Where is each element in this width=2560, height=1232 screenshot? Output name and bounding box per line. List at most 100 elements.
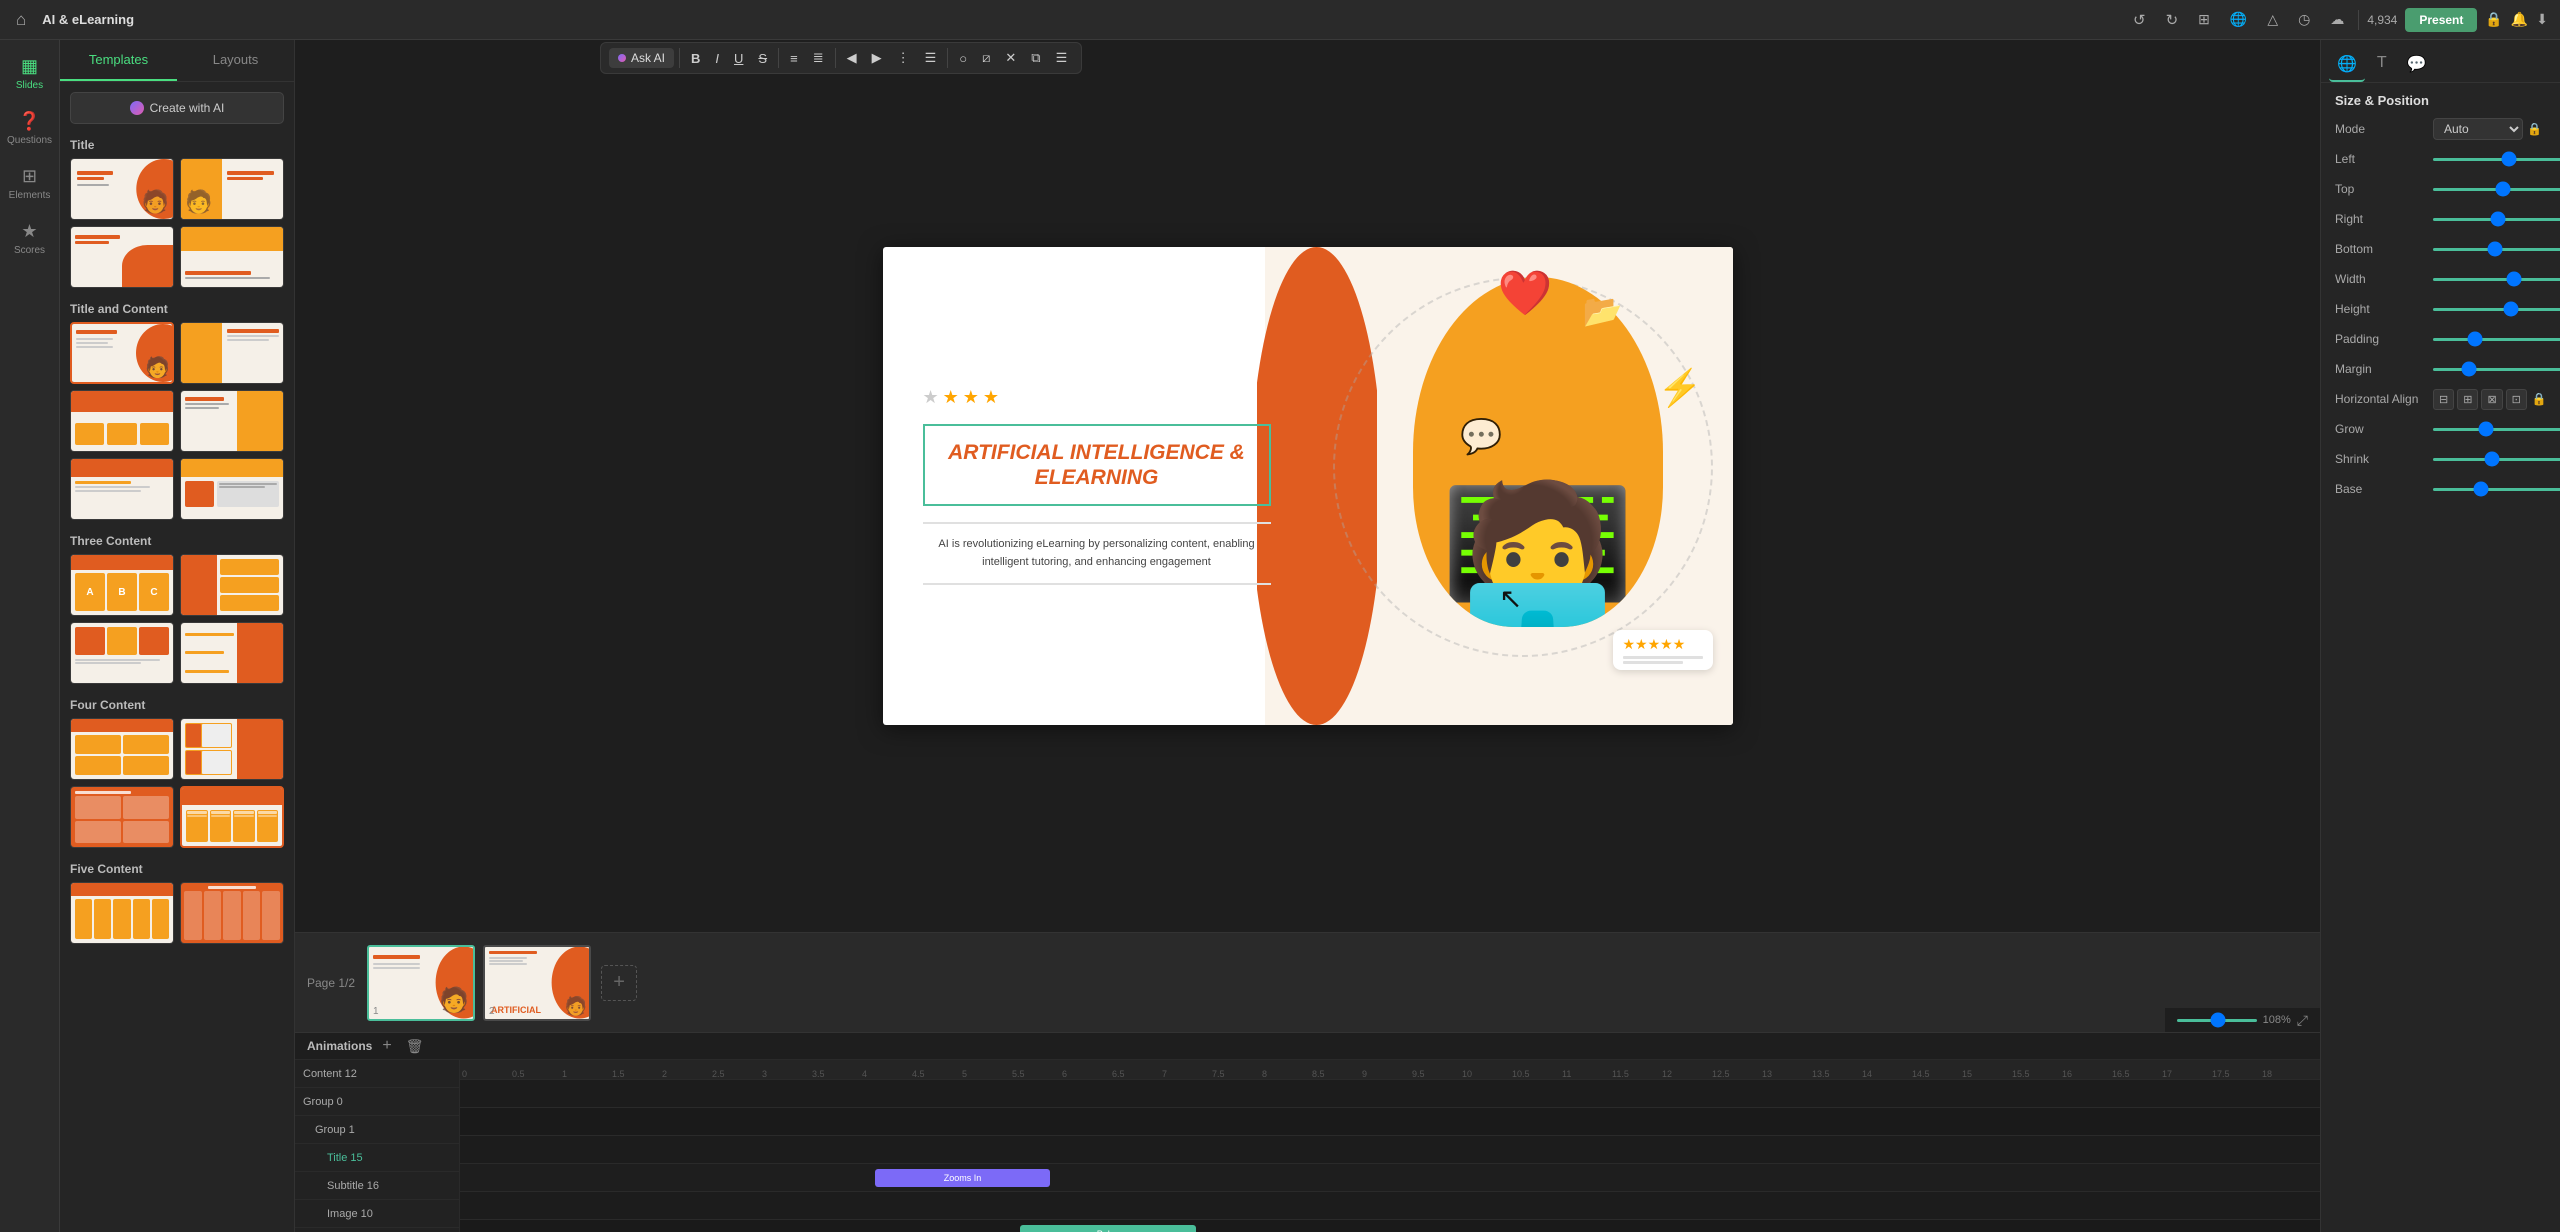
more-options-button[interactable]: ☰	[1050, 47, 1074, 69]
undo-button[interactable]: ↺	[2127, 8, 2152, 32]
halign-center-button[interactable]: ⊞	[2457, 389, 2478, 410]
redo-button[interactable]: ↻	[2160, 8, 2185, 32]
four-thumb-3[interactable]	[70, 786, 174, 848]
title-thumb-2[interactable]: 🧑	[180, 158, 284, 220]
padding-slider[interactable]	[2433, 338, 2560, 341]
clock-icon-button[interactable]: ◷	[2292, 8, 2316, 31]
halign-left-button[interactable]: ⊟	[2433, 389, 2454, 410]
three-thumb-3[interactable]	[70, 622, 174, 684]
duplicate-button[interactable]: ⧉	[1025, 47, 1046, 69]
italic-button[interactable]: I	[709, 48, 725, 69]
bold-button[interactable]: B	[685, 48, 706, 69]
halign-stretch-button[interactable]: ⊡	[2506, 389, 2527, 410]
tc-thumb-6[interactable]	[180, 458, 284, 520]
four-thumb-1[interactable]	[70, 718, 174, 780]
width-slider[interactable]	[2433, 278, 2560, 281]
strikethrough-button[interactable]: S	[752, 48, 773, 69]
zoom-expand-icon[interactable]: ⤢	[2297, 1012, 2308, 1029]
margin-slider[interactable]	[2433, 368, 2560, 371]
ruler-5: 5	[960, 1069, 969, 1079]
ruler-0: 0	[460, 1069, 469, 1079]
halign-lock-icon: 🔒	[2532, 392, 2547, 406]
bottom-slider[interactable]	[2433, 248, 2560, 251]
slide-canvas[interactable]: ★ ★ ★ ★ ARTIFICIAL INTELLIGENCE & ELEARN…	[883, 247, 1733, 725]
ruler-12: 12	[1660, 1069, 1674, 1079]
title-thumb-1[interactable]: 🧑	[70, 158, 174, 220]
ruler-95: 9.5	[1410, 1069, 1427, 1079]
three-thumb-2[interactable]	[180, 554, 284, 616]
base-slider[interactable]	[2433, 488, 2560, 491]
copy-button[interactable]: ⧄	[976, 47, 996, 69]
align-left-button[interactable]: ◀	[841, 47, 863, 69]
left-slider[interactable]	[2433, 158, 2560, 161]
lock-icon-button[interactable]: 🔒	[2485, 11, 2502, 28]
slides-icon-button[interactable]: ⊞	[2192, 8, 2216, 31]
underline-button[interactable]: U	[728, 48, 749, 69]
four-thumb-4[interactable]	[180, 786, 284, 848]
rp-tab-text[interactable]: T	[2369, 48, 2395, 82]
download-icon-button[interactable]: ⬇	[2536, 11, 2548, 28]
tc-thumb-3[interactable]	[70, 390, 174, 452]
rp-tab-chat[interactable]: 💬	[2399, 48, 2435, 82]
tab-layouts[interactable]: Layouts	[177, 40, 294, 81]
four-thumb-2[interactable]	[180, 718, 284, 780]
tl-label-content12: Content 12	[295, 1060, 459, 1088]
track-block-title[interactable]: Zooms In	[875, 1169, 1050, 1187]
bullet-list-button[interactable]: ≡	[784, 48, 804, 69]
globe-icon-button[interactable]: 🌐	[2224, 8, 2253, 31]
shape-button[interactable]: ○	[953, 48, 973, 69]
timeline-delete-button[interactable]: 🗑	[402, 1039, 428, 1053]
track-rows: Zooms In Pulse	[460, 1080, 2320, 1232]
present-button[interactable]: Present	[2405, 8, 2477, 32]
rp-control-padding: 🔒	[2433, 332, 2560, 346]
ask-ai-button[interactable]: Ask AI	[609, 48, 674, 68]
ruler-55: 5.5	[1010, 1069, 1027, 1079]
tc-thumb-1[interactable]: 🧑	[70, 322, 174, 384]
home-button[interactable]: ⌂	[12, 6, 30, 34]
three-thumb-4[interactable]	[180, 622, 284, 684]
top-slider[interactable]	[2433, 188, 2560, 191]
align-justify-button[interactable]: ☰	[919, 47, 943, 69]
create-with-ai-button[interactable]: Create with AI	[70, 92, 284, 124]
right-slider[interactable]	[2433, 218, 2560, 221]
filmstrip-slide-2[interactable]: ARTIFICIAL 🧑 2	[483, 945, 591, 1021]
height-slider[interactable]	[2433, 308, 2560, 311]
ruler-125: 12.5	[1710, 1069, 1732, 1079]
delete-button[interactable]: ✕	[999, 47, 1022, 69]
five-thumb-1[interactable]	[70, 882, 174, 944]
cloud-icon-button[interactable]: ☁	[2324, 8, 2350, 31]
slides-icon: ▦	[21, 56, 38, 77]
title-thumb-3[interactable]	[70, 226, 174, 288]
sidebar-item-slides[interactable]: ▦ Slides	[4, 48, 56, 99]
align-center-button[interactable]: ▶	[866, 47, 888, 69]
title-thumb-4[interactable]	[180, 226, 284, 288]
sidebar-item-scores[interactable]: ★ Scores	[4, 213, 56, 264]
filmstrip-slide-1[interactable]: 🧑 1	[367, 945, 475, 1021]
tab-templates[interactable]: Templates	[60, 40, 177, 81]
add-slide-button[interactable]: +	[601, 965, 637, 1001]
sidebar-item-questions[interactable]: ❓ Questions	[4, 103, 56, 154]
slide-count: 4,934	[2367, 13, 2397, 27]
five-thumb-2[interactable]	[180, 882, 284, 944]
section-title-label: Title	[70, 134, 284, 158]
mode-select[interactable]: Auto	[2433, 118, 2523, 140]
zoom-slider[interactable]	[2177, 1019, 2257, 1022]
grow-slider[interactable]	[2433, 428, 2560, 431]
ruler-18: 18	[2260, 1069, 2274, 1079]
tc-thumb-5[interactable]	[70, 458, 174, 520]
align-right-button[interactable]: ⋮	[891, 47, 916, 69]
tc-thumb-4[interactable]	[180, 390, 284, 452]
halign-right-button[interactable]: ⊠	[2481, 389, 2502, 410]
rp-tab-globe[interactable]: 🌐	[2329, 48, 2365, 82]
timeline-add-button[interactable]: +	[378, 1038, 395, 1054]
cursor-icon: ↖	[1499, 582, 1522, 615]
sidebar-item-elements[interactable]: ⊞ Elements	[4, 158, 56, 209]
three-thumb-1[interactable]: A B C	[70, 554, 174, 616]
numbered-list-button[interactable]: ≣	[807, 47, 830, 69]
triangle-icon-button[interactable]: △	[2261, 8, 2284, 31]
tc-thumb-2[interactable]	[180, 322, 284, 384]
shrink-slider[interactable]	[2433, 458, 2560, 461]
rp-label-width: Width	[2335, 272, 2425, 286]
bell-icon-button[interactable]: 🔔	[2511, 11, 2528, 28]
track-block-image[interactable]: Pulse	[1020, 1225, 1196, 1232]
